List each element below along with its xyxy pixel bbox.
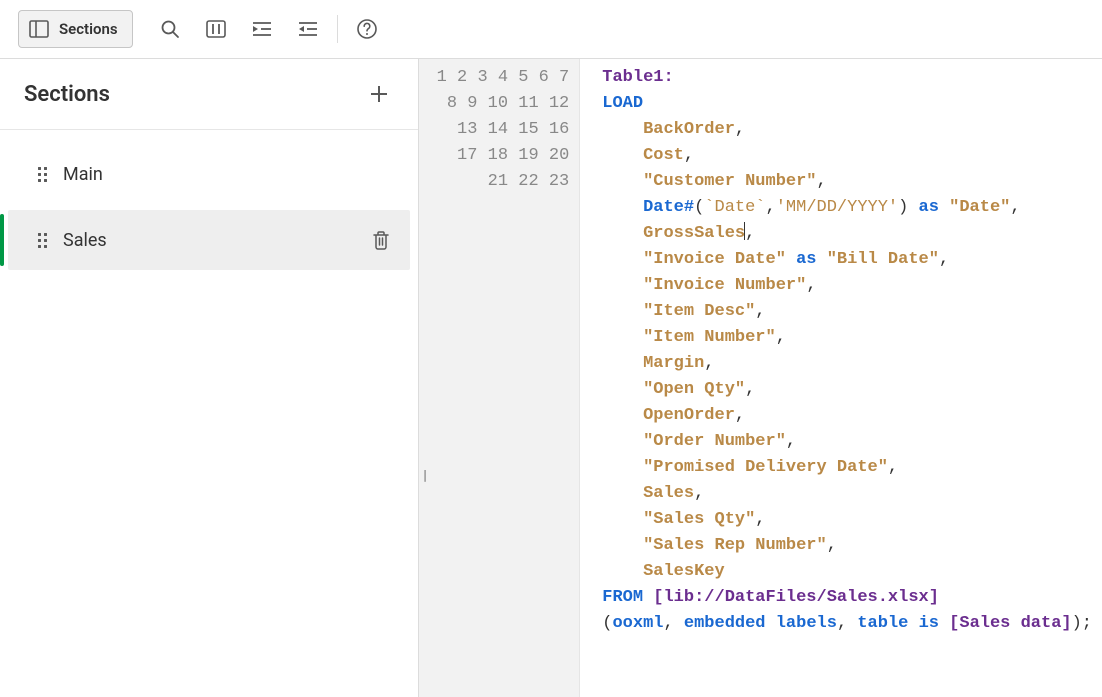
section-item-sales[interactable]: Sales [8, 210, 410, 270]
add-section-button[interactable] [364, 79, 394, 109]
main-area: Sections Main [0, 59, 1102, 697]
comment-button[interactable] [195, 10, 237, 48]
search-button[interactable] [149, 10, 191, 48]
sections-dropdown-button[interactable]: Sections [18, 10, 133, 48]
drag-handle-icon[interactable] [38, 167, 47, 182]
editor-code[interactable]: Table1: LOAD BackOrder, Cost, "Customer … [580, 59, 1102, 697]
sections-sidebar: Sections Main [0, 59, 419, 697]
indent-button[interactable] [241, 10, 283, 48]
sidebar-header: Sections [0, 59, 418, 130]
section-item-main[interactable]: Main [8, 144, 410, 204]
sections-list: Main Sales [0, 130, 418, 284]
script-editor[interactable]: 1 2 3 4 5 6 7 8 9 10 11 12 13 14 15 16 1… [419, 59, 1102, 697]
help-button[interactable] [346, 10, 388, 48]
editor-gutter: 1 2 3 4 5 6 7 8 9 10 11 12 13 14 15 16 1… [419, 59, 580, 697]
section-item-label: Sales [63, 230, 356, 251]
indent-icon [251, 20, 273, 38]
panel-icon [29, 19, 49, 39]
toolbar-separator [337, 15, 338, 43]
sidebar-title: Sections [24, 82, 110, 107]
sidebar-resize-handle[interactable]: || [423, 468, 424, 484]
plus-icon [368, 83, 390, 105]
sections-dropdown-label: Sections [59, 20, 118, 38]
section-item-label: Main [63, 164, 390, 185]
drag-handle-icon[interactable] [38, 233, 47, 248]
delete-section-button[interactable] [372, 230, 390, 250]
help-icon [356, 18, 378, 40]
search-icon [160, 19, 180, 39]
outdent-button[interactable] [287, 10, 329, 48]
outdent-icon [297, 20, 319, 38]
toolbar: Sections [0, 0, 1102, 59]
comment-icon [205, 19, 227, 39]
